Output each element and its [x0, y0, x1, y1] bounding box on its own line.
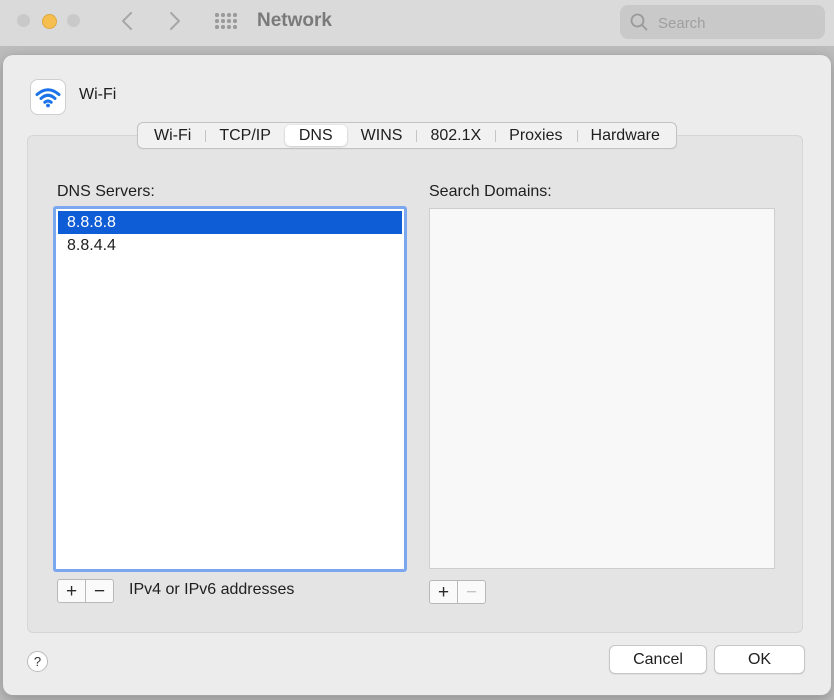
ok-button[interactable]: OK: [714, 645, 805, 674]
remove-dns-server-button[interactable]: −: [85, 580, 113, 602]
interface-name: Wi-Fi: [79, 86, 117, 103]
tab-bar: Wi-Fi TCP/IP DNS WINS 802.1X Proxies Har…: [137, 122, 677, 149]
domain-add-remove-control: + −: [429, 580, 486, 604]
dns-hint-text: IPv4 or IPv6 addresses: [129, 581, 295, 598]
wifi-icon: [35, 88, 61, 108]
search-icon: [630, 13, 648, 31]
tab-dns[interactable]: DNS: [284, 125, 347, 146]
zoom-button[interactable]: [67, 14, 80, 27]
cancel-button[interactable]: Cancel: [609, 645, 707, 674]
forward-button[interactable]: [163, 8, 187, 34]
tab-tcpip[interactable]: TCP/IP: [205, 125, 285, 146]
back-button[interactable]: [115, 8, 139, 34]
add-search-domain-button[interactable]: +: [430, 581, 457, 603]
dns-servers-label: DNS Servers:: [57, 183, 155, 200]
search-domains-list[interactable]: [429, 208, 775, 569]
list-item[interactable]: 8.8.4.4: [58, 234, 402, 257]
tab-8021x[interactable]: 802.1X: [416, 125, 495, 146]
dns-add-remove-control: + −: [57, 579, 114, 603]
tab-wins[interactable]: WINS: [347, 125, 417, 146]
interface-icon: [30, 79, 66, 115]
dns-servers-list[interactable]: 8.8.8.8 8.8.4.4: [53, 206, 407, 572]
close-button[interactable]: [17, 14, 30, 27]
add-dns-server-button[interactable]: +: [58, 580, 85, 602]
window-title: Network: [257, 10, 332, 31]
chevron-right-icon: [170, 12, 180, 30]
minimize-button[interactable]: [42, 14, 57, 29]
chevron-left-icon: [122, 12, 132, 30]
show-all-button[interactable]: [214, 12, 238, 30]
list-item[interactable]: 8.8.8.8: [58, 211, 402, 234]
search-input[interactable]: [656, 11, 820, 35]
search-field[interactable]: [620, 5, 825, 39]
search-domains-label: Search Domains:: [429, 183, 552, 200]
tab-wifi[interactable]: Wi-Fi: [140, 125, 205, 146]
tab-hardware[interactable]: Hardware: [576, 125, 674, 146]
tab-proxies[interactable]: Proxies: [495, 125, 576, 146]
title-bar: Network: [0, 0, 834, 46]
dns-settings-sheet: Wi-Fi Wi-Fi TCP/IP DNS WINS 802.1X Proxi…: [3, 55, 831, 695]
remove-search-domain-button[interactable]: −: [457, 581, 485, 603]
help-button[interactable]: ?: [27, 651, 48, 672]
